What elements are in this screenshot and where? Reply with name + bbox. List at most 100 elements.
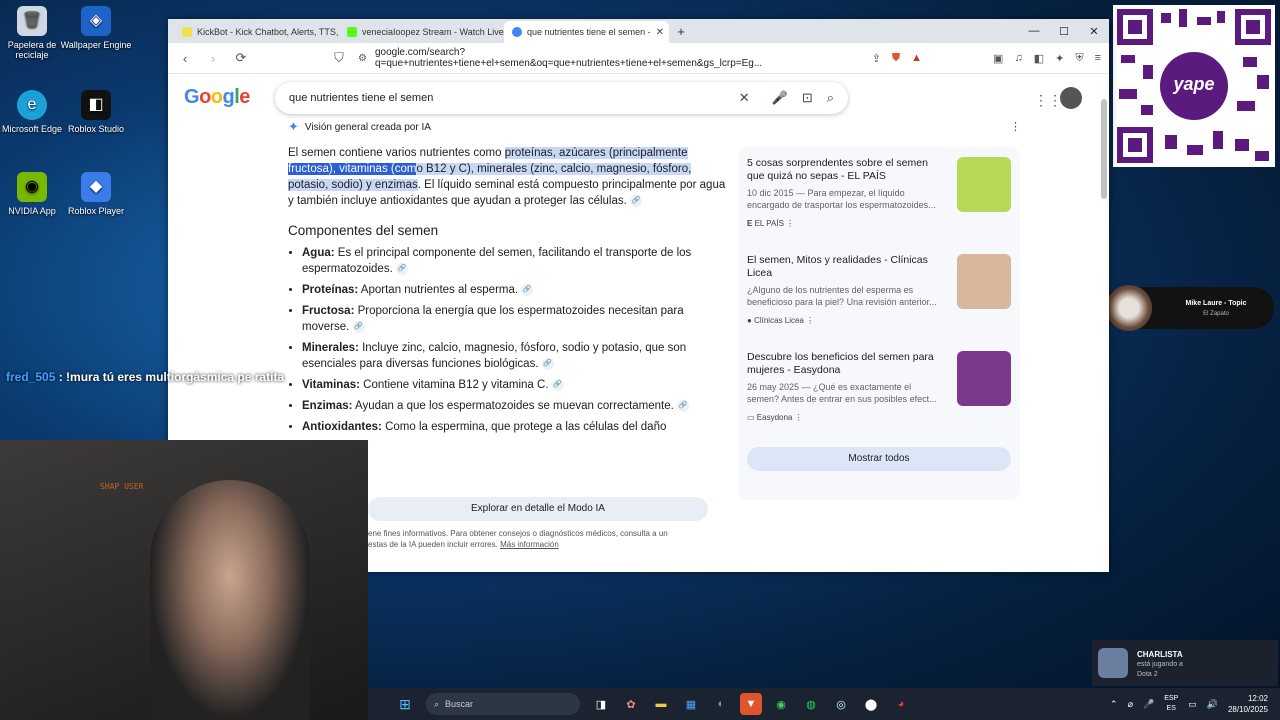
sources-panel: 5 cosas sorprendentes sobre el semen que… — [738, 147, 1020, 500]
forward-icon[interactable]: › — [204, 51, 222, 66]
search-query: que nutrientes tiene el semen — [289, 92, 434, 104]
maximize-icon[interactable]: ☐ — [1049, 19, 1079, 43]
volume-icon[interactable]: 🔊 — [1207, 699, 1218, 710]
now-playing-widget[interactable]: Mike Laure - Topic El Zapato — [1104, 285, 1274, 331]
whatsapp-icon[interactable]: ◉ — [770, 693, 792, 715]
close-window-icon[interactable]: ✕ — [1079, 19, 1109, 43]
desktop-icon-wallpaper-engine[interactable]: ◈ Wallpaper Engine — [56, 6, 136, 50]
publisher-icon: ▭ — [747, 413, 755, 422]
list-item: Antioxidantes: Como la espermina, que pr… — [302, 419, 728, 435]
tab-bar: KickBot - Kick Chatbot, Alerts, TTS, C v… — [168, 19, 1109, 43]
display-icon[interactable]: ▭ — [1188, 699, 1197, 710]
search-icon[interactable]: ⌕ — [827, 90, 834, 106]
taskbar: ⊞ ⌕ Buscar ◨ ✿ ▬ ▦ ◐ ▼ ◉ ◍ ◎ ⬤ ◕ ⌃ ⌀ 🎤 ES… — [368, 688, 1280, 720]
taskbar-search[interactable]: ⌕ Buscar — [426, 693, 580, 715]
link-icon[interactable]: 🔗 — [541, 357, 554, 370]
explore-ai-mode-button[interactable]: Explorar en detalle el Modo IA — [368, 497, 708, 521]
edge-icon: e — [17, 90, 47, 120]
webcam-watermark: SHAP USER — [100, 482, 144, 491]
yape-logo: yape — [1173, 74, 1215, 94]
notif-user: CHARLISTA — [1137, 650, 1183, 659]
link-icon[interactable]: 🔗 — [677, 399, 690, 412]
new-tab-button[interactable]: + — [669, 21, 693, 43]
source-card[interactable]: Descubre los beneficios del semen para m… — [747, 351, 1012, 422]
ai-overview-header: ✦ Visión general creada por IA — [288, 119, 431, 134]
sparkle-icon: ✦ — [288, 119, 299, 134]
notif-status: está jugando a — [1137, 661, 1183, 668]
music-icon[interactable]: ♫ — [1014, 52, 1022, 65]
close-tab-icon[interactable]: ✕ — [656, 27, 664, 38]
vpn-icon[interactable]: ⛨ — [1075, 52, 1083, 65]
windows-start-icon[interactable]: ⊞ — [394, 693, 416, 715]
lens-icon[interactable]: ⊡ — [802, 90, 813, 106]
desktop-icon-roblox-studio[interactable]: ◧ Roblox Studio — [56, 90, 136, 134]
link-icon[interactable]: 🔗 — [630, 194, 643, 207]
more-info-link[interactable]: Más información — [500, 540, 559, 549]
google-logo[interactable]: Google — [184, 86, 250, 109]
yape-qr-code: yape — [1113, 5, 1275, 167]
share-icon[interactable]: ⇪ — [872, 52, 881, 65]
more-options-icon[interactable]: ⋮ — [1010, 120, 1021, 133]
extensions-icon[interactable]: ✦ — [1055, 52, 1064, 65]
ai-overview-content: El semen contiene varios nutrientes como… — [288, 145, 728, 440]
sidebar-icon[interactable]: ◧ — [1034, 52, 1044, 65]
desktop-icon-roblox-player[interactable]: ◆ Roblox Player — [56, 172, 136, 216]
back-icon[interactable]: ‹ — [176, 51, 194, 66]
brave-icon[interactable]: ▼ — [740, 693, 762, 715]
steam-icon[interactable]: ◎ — [830, 693, 852, 715]
link-icon[interactable]: 🔗 — [551, 378, 564, 391]
scrollbar[interactable] — [1101, 99, 1107, 199]
brave-shield-icon[interactable]: ⛊ — [892, 52, 900, 65]
link-icon[interactable]: 🔗 — [352, 320, 365, 333]
list-item: Minerales: Incluye zinc, calcio, magnesi… — [302, 340, 728, 372]
clock[interactable]: 12:02 28/10/2025 — [1228, 693, 1268, 715]
mic-icon[interactable]: 🎤 — [772, 90, 788, 106]
spotify-icon[interactable]: ◍ — [800, 693, 822, 715]
source-thumbnail — [957, 254, 1011, 309]
tab-kick-stream[interactable]: veneciaIoopez Stream - Watch Live o — [339, 21, 504, 43]
mic-tray-icon[interactable]: 🎤 — [1143, 699, 1154, 710]
publisher-icon: ● — [747, 316, 752, 325]
obs-icon[interactable]: ⬤ — [860, 693, 882, 715]
show-all-button[interactable]: Mostrar todos — [747, 447, 1011, 471]
app-icon[interactable]: ◕ — [890, 693, 912, 715]
tab-google-search[interactable]: que nutrientes tiene el semen - ✕ — [504, 21, 669, 43]
streamer-silhouette — [150, 480, 310, 720]
store-icon[interactable]: ▦ — [680, 693, 702, 715]
google-search-box[interactable]: que nutrientes tiene el semen ✕ 🎤 ⊡ ⌕ — [275, 82, 848, 114]
activity-notification: CHARLISTA está jugando a Dota 2 — [1092, 640, 1278, 686]
menu-icon[interactable]: ≡ — [1095, 52, 1101, 65]
source-card[interactable]: El semen, Mitos y realidades - Clínicas … — [747, 254, 1012, 325]
more-options-icon[interactable]: ⋮ — [806, 316, 814, 325]
source-card[interactable]: 5 cosas sorprendentes sobre el semen que… — [747, 157, 1012, 228]
network-off-icon[interactable]: ⌀ — [1128, 699, 1133, 710]
avatar[interactable] — [1060, 87, 1082, 109]
window-controls: — ☐ ✕ — [1019, 19, 1109, 43]
google-apps-icon[interactable]: ⋮⋮ — [1034, 92, 1062, 109]
file-explorer-icon[interactable]: ▬ — [650, 693, 672, 715]
link-icon[interactable]: 🔗 — [395, 262, 408, 275]
link-icon[interactable]: 🔗 — [521, 283, 534, 296]
components-list: Agua: Es el principal componente del sem… — [288, 245, 728, 435]
language-indicator[interactable]: ESP ES — [1164, 694, 1178, 714]
reload-icon[interactable]: ⟳ — [232, 50, 250, 66]
minimize-icon[interactable]: — — [1019, 19, 1049, 43]
more-options-icon[interactable]: ⋮ — [795, 413, 803, 422]
copilot-icon[interactable]: ✿ — [620, 693, 642, 715]
toolbar-icons: ⇪ ⛊ ▲ ▣ ♫ ◧ ✦ ⛨ ≡ — [872, 52, 1101, 65]
tab-kickbot[interactable]: KickBot - Kick Chatbot, Alerts, TTS, C — [174, 21, 339, 43]
wallet-icon[interactable]: ▣ — [993, 52, 1003, 65]
site-info-icon[interactable]: ⚙ — [358, 53, 367, 64]
brave-rewards-icon[interactable]: ▲ — [911, 52, 922, 65]
bookmark-icon[interactable]: ⛉ — [330, 50, 348, 66]
task-view-icon[interactable]: ◨ — [590, 693, 612, 715]
song-title: Mike Laure - Topic — [1185, 300, 1247, 307]
edge-taskbar-icon[interactable]: ◐ — [710, 693, 732, 715]
search-icon: ⌕ — [434, 698, 440, 709]
google-favicon-icon — [512, 27, 522, 37]
roblox-player-icon: ◆ — [81, 172, 111, 202]
address-bar[interactable]: ⚙ google.com/search?q=que+nutrientes+tie… — [358, 47, 828, 69]
clear-search-icon[interactable]: ✕ — [739, 90, 750, 106]
tray-overflow-icon[interactable]: ⌃ — [1110, 699, 1118, 710]
more-options-icon[interactable]: ⋮ — [786, 219, 794, 228]
